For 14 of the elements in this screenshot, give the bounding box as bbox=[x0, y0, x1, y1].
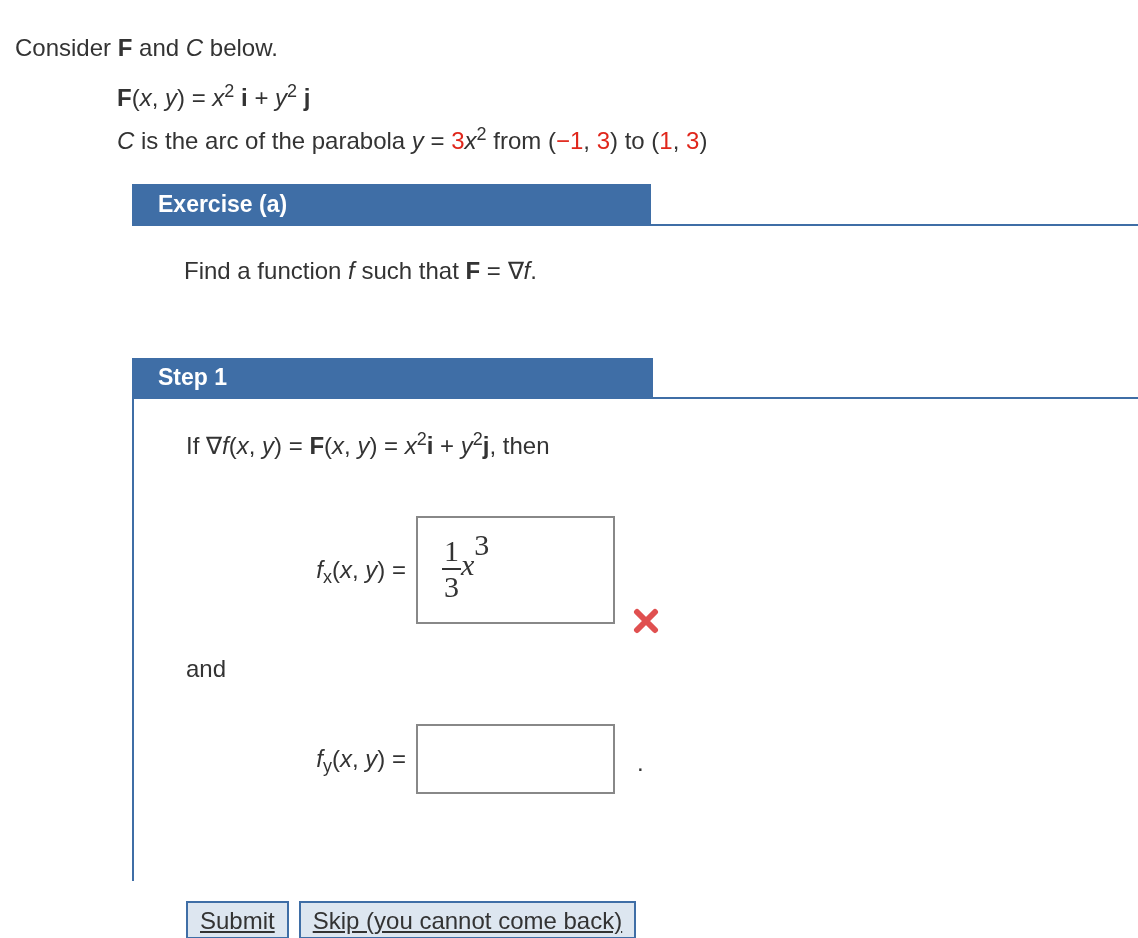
submit-button[interactable]: Submit bbox=[186, 901, 289, 938]
connector-text: and bbox=[186, 654, 227, 684]
intro-text: Consider F and C below. bbox=[15, 33, 278, 63]
answer-field[interactable] bbox=[416, 724, 615, 794]
answer-label: f$_{y}$(x, y) = bbox=[316, 744, 406, 774]
exercise-prompt: Find a function f such that F = ∇f. bbox=[184, 256, 537, 286]
answer-label: f$_{x}$(x, y) = bbox=[316, 555, 406, 585]
skip-button[interactable]: Skip (you cannot come back) bbox=[298, 901, 637, 938]
step-header: Step 1 bbox=[134, 358, 653, 397]
period-text: . bbox=[637, 748, 644, 778]
exercise-header: Exercise (a) bbox=[132, 184, 651, 224]
step-statement: If ∇f(x, y) = F(x, y) = x$^{2}$i + y$^{2}$j, then bbox=[186, 431, 550, 461]
vector-field-formula: F(x, y) = x$^{2}$ i + y$^{2}$ j bbox=[117, 83, 311, 113]
curve-description: C is the arc of the parabola y = 3x$^{2}$ from (−1, 3) to (1, 3) bbox=[117, 126, 708, 156]
